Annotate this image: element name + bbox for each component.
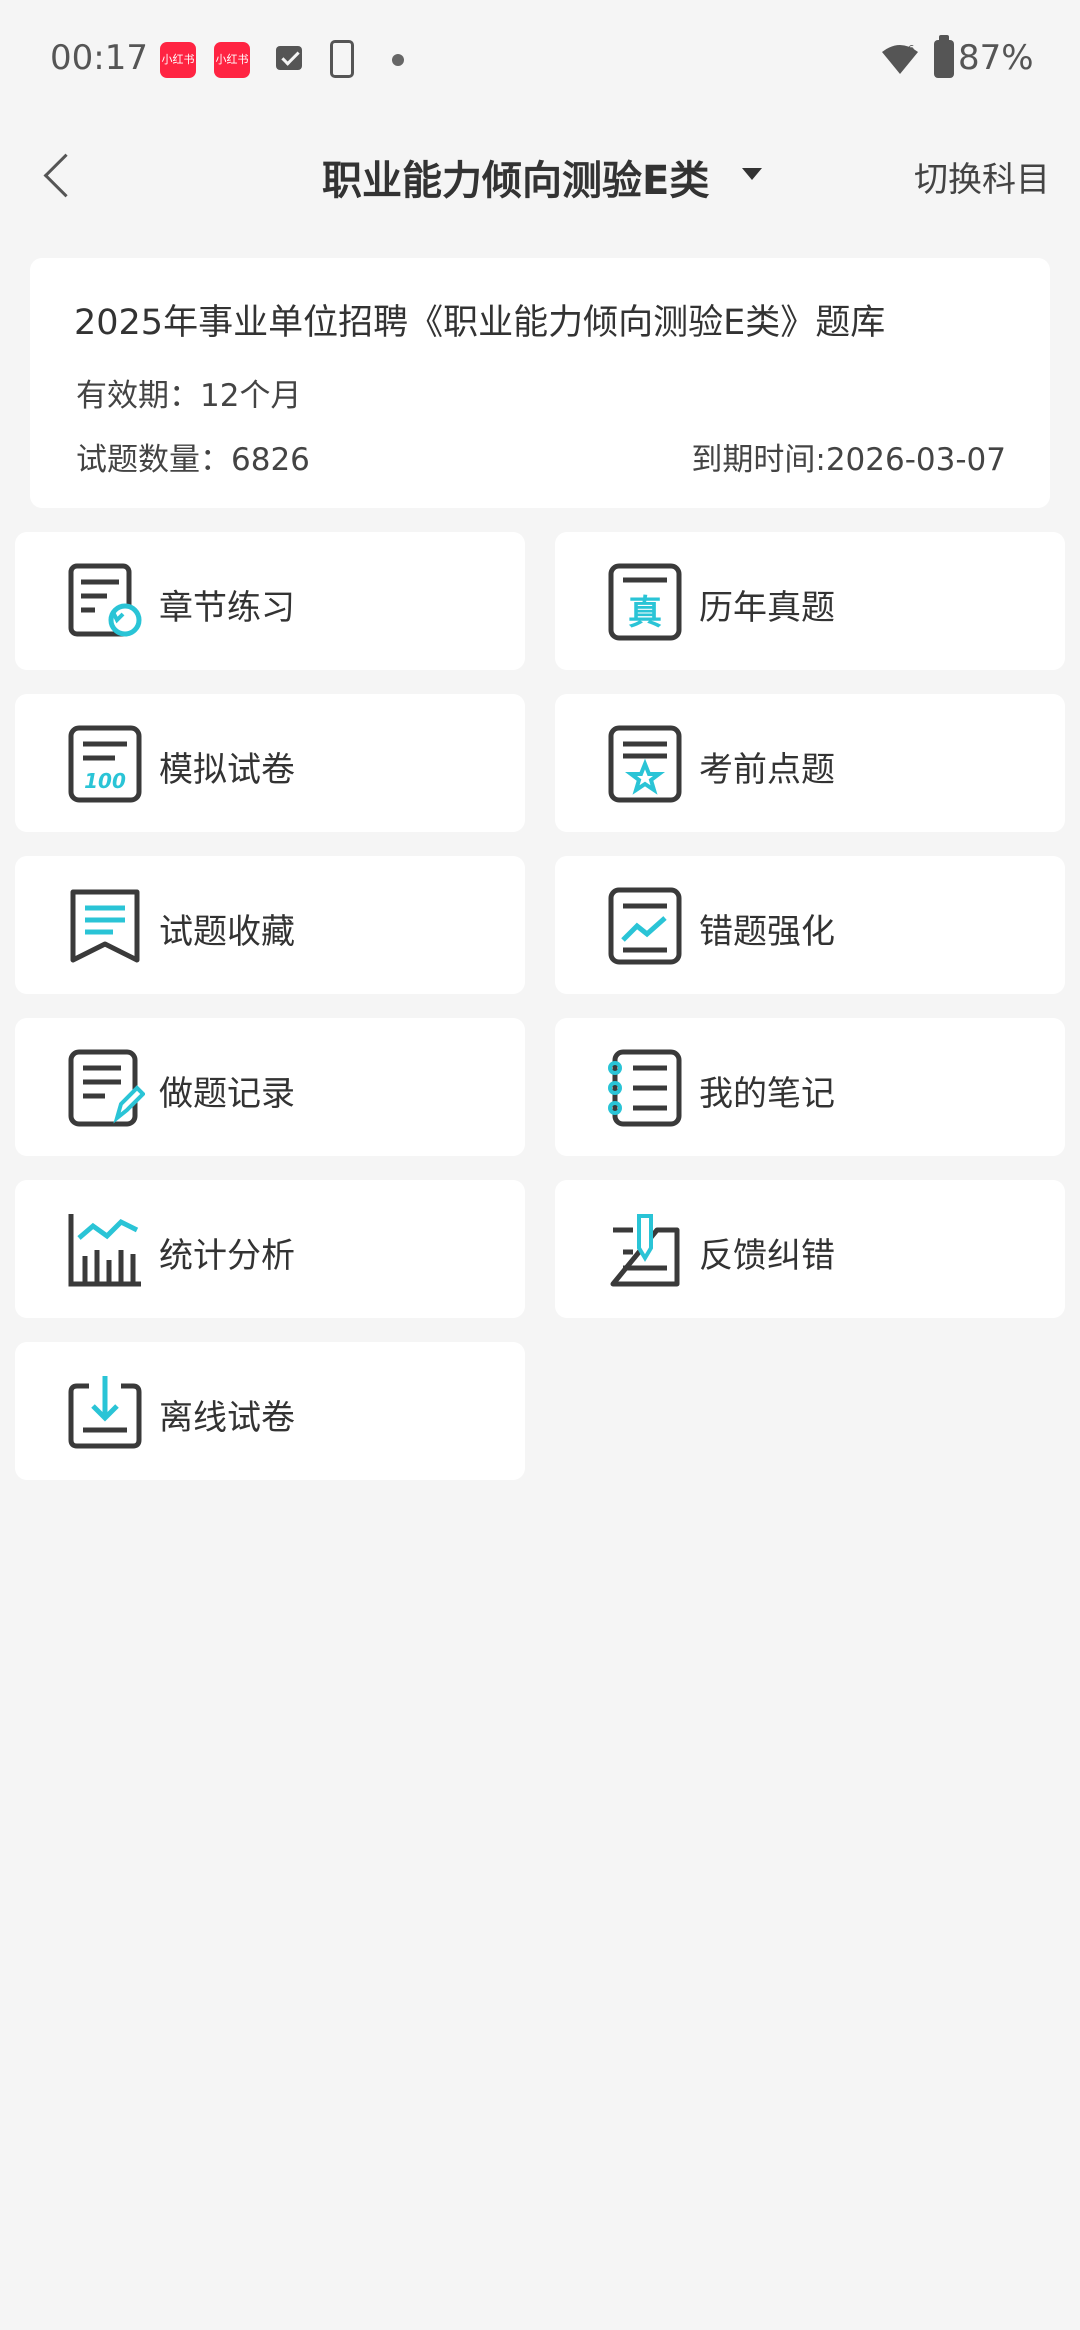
menu-label: 章节练习	[159, 588, 295, 628]
menu-label: 模拟试卷	[159, 750, 295, 790]
question-bank-info-card: 2025年事业单位招聘《职业能力倾向测验E类》题库 有效期：12个月 试题数量：…	[30, 258, 1050, 508]
menu-tile-practice-record[interactable]: 做题记录	[15, 1018, 525, 1156]
switch-subject-button[interactable]: 切换科目	[914, 152, 1050, 201]
menu-tile-statistics[interactable]: 统计分析	[15, 1180, 525, 1318]
menu-label: 考前点题	[699, 750, 835, 790]
menu-label: 统计分析	[159, 1236, 295, 1276]
menu-tile-feedback[interactable]: 反馈纠错	[555, 1180, 1065, 1318]
svg-text:100: 100	[84, 769, 126, 793]
menu-tile-pre-exam-tips[interactable]: 考前点题	[555, 694, 1065, 832]
battery-percent: 87%	[958, 38, 1034, 78]
header-bar: 职业能力倾向测验E类 切换科目	[0, 120, 1080, 232]
battery-icon	[934, 35, 954, 78]
dropdown-caret-icon[interactable]	[742, 168, 762, 180]
menu-label: 我的笔记	[699, 1074, 835, 1114]
download-icon	[68, 1376, 142, 1449]
question-count-text: 试题数量：6826	[76, 442, 310, 478]
status-bar: 00:17 小红书 小红书 6 87%	[0, 0, 1080, 120]
menu-tile-wrong-questions[interactable]: 错题强化	[555, 856, 1065, 994]
wrong-question-icon	[608, 887, 682, 965]
menu-label: 试题收藏	[159, 912, 295, 952]
menu-tile-past-exams[interactable]: 真 历年真题	[555, 532, 1065, 670]
svg-text:6: 6	[908, 44, 914, 55]
notebook-icon	[608, 1049, 682, 1127]
record-icon	[68, 1049, 145, 1127]
mail-icon	[276, 46, 302, 70]
expire-date-text: 到期时间:2026-03-07	[691, 442, 1006, 478]
pre-exam-tips-icon	[608, 725, 682, 803]
menu-label: 错题强化	[699, 912, 835, 952]
more-notifications-icon	[392, 54, 404, 66]
menu-tile-bookmarks[interactable]: 试题收藏	[15, 856, 525, 994]
back-button[interactable]	[38, 150, 78, 202]
xiaohongshu-icon: 小红书	[214, 42, 250, 78]
phone-sync-icon	[330, 40, 354, 78]
feedback-icon	[610, 1214, 680, 1287]
menu-tile-my-notes[interactable]: 我的笔记	[555, 1018, 1065, 1156]
mock-paper-icon: 100	[68, 725, 142, 803]
stats-icon	[68, 1214, 141, 1287]
menu-label: 反馈纠错	[699, 1236, 835, 1276]
menu-tile-offline-papers[interactable]: 离线试卷	[15, 1342, 525, 1480]
bank-title: 2025年事业单位招聘《职业能力倾向测验E类》题库	[74, 303, 886, 343]
menu-tile-mock-paper[interactable]: 100 模拟试卷	[15, 694, 525, 832]
status-time: 00:17	[50, 38, 148, 78]
wifi-icon: 6	[882, 44, 918, 74]
past-exam-icon: 真	[608, 563, 682, 641]
page-title[interactable]: 职业能力倾向测验E类	[322, 148, 709, 206]
bookmark-icon	[70, 889, 140, 963]
xiaohongshu-icon: 小红书	[160, 42, 196, 78]
menu-tile-chapter-practice[interactable]: 章节练习	[15, 532, 525, 670]
validity-text: 有效期：12个月	[76, 378, 302, 414]
menu-label: 离线试卷	[159, 1398, 295, 1438]
menu-label: 做题记录	[159, 1074, 295, 1114]
svg-text:真: 真	[628, 593, 662, 633]
chapter-practice-icon	[68, 563, 142, 637]
menu-label: 历年真题	[699, 588, 835, 628]
